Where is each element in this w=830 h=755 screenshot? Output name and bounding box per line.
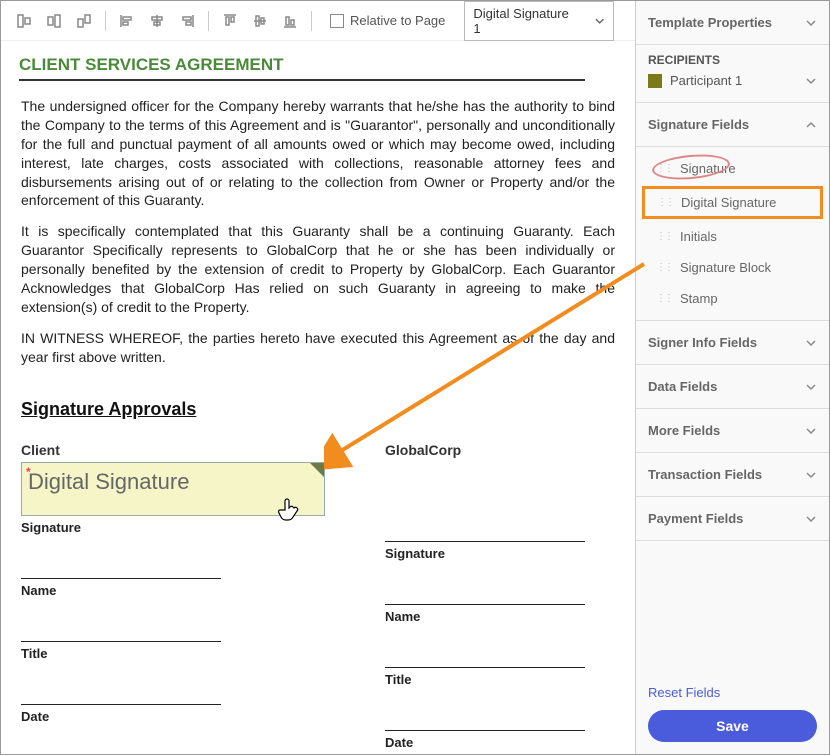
align-center-icon[interactable] xyxy=(144,8,170,34)
title-line[interactable] xyxy=(21,620,221,642)
sig-placeholder: Digital Signature xyxy=(28,469,189,494)
drag-icon: ⋮⋮ xyxy=(656,262,672,273)
relative-to-page-toggle[interactable]: Relative to Page xyxy=(330,13,445,28)
chevron-down-icon xyxy=(805,469,817,481)
template-properties-section[interactable]: Template Properties xyxy=(636,1,829,45)
divider xyxy=(105,11,106,31)
chevron-down-icon xyxy=(805,513,817,525)
chevron-down-icon xyxy=(805,337,817,349)
signature-line-2[interactable] xyxy=(385,520,585,542)
align-middle-icon[interactable] xyxy=(247,8,273,34)
data-fields-section[interactable]: Data Fields xyxy=(636,365,829,409)
chevron-down-icon xyxy=(805,425,817,437)
chevron-up-icon xyxy=(805,119,817,131)
name-line-2[interactable] xyxy=(385,583,585,605)
field-initials[interactable]: ⋮⋮ Initials xyxy=(636,221,829,252)
field-digital-signature[interactable]: ⋮⋮ Digital Signature xyxy=(642,186,823,219)
payment-fields-section[interactable]: Payment Fields xyxy=(636,497,829,541)
client-label: Client xyxy=(21,442,325,458)
name-line[interactable] xyxy=(21,557,221,579)
participant-marker xyxy=(648,74,662,88)
checkbox-icon xyxy=(330,14,344,28)
reset-fields-link[interactable]: Reset Fields xyxy=(648,685,817,700)
signature-fields-section[interactable]: Signature Fields xyxy=(636,103,829,147)
field-signature-block[interactable]: ⋮⋮ Signature Block xyxy=(636,252,829,283)
select-value: Digital Signature 1 xyxy=(473,6,574,36)
corner-icon xyxy=(310,463,324,477)
paragraph-1: The undersigned officer for the Company … xyxy=(21,97,615,210)
field-signature[interactable]: ⋮⋮ Signature xyxy=(636,153,829,184)
align-tool-2[interactable] xyxy=(41,8,67,34)
drag-icon: ⋮⋮ xyxy=(656,163,672,174)
globalcorp-label: GlobalCorp xyxy=(385,442,615,458)
relative-label: Relative to Page xyxy=(350,13,445,28)
align-bottom-icon[interactable] xyxy=(277,8,303,34)
chevron-down-icon xyxy=(805,17,817,29)
name-label: Name xyxy=(21,583,325,598)
title-label-2: Title xyxy=(385,672,615,687)
divider xyxy=(208,11,209,31)
align-right-icon[interactable] xyxy=(174,8,200,34)
align-tool-1[interactable] xyxy=(11,8,37,34)
align-left-icon[interactable] xyxy=(114,8,140,34)
recipients-section: RECIPIENTS Participant 1 xyxy=(636,45,829,103)
drag-icon: ⋮⋮ xyxy=(657,197,673,208)
chevron-down-icon xyxy=(805,381,817,393)
chevron-down-icon xyxy=(805,75,817,87)
toolbar: Relative to Page Digital Signature 1 xyxy=(1,1,635,41)
divider xyxy=(311,11,312,31)
save-button[interactable]: Save xyxy=(648,710,817,742)
more-fields-section[interactable]: More Fields xyxy=(636,409,829,453)
right-panel: Template Properties RECIPIENTS Participa… xyxy=(635,1,829,754)
drag-icon: ⋮⋮ xyxy=(656,293,672,304)
participant-row[interactable]: Participant 1 xyxy=(648,73,817,88)
recipients-heading: RECIPIENTS xyxy=(648,53,817,67)
digital-signature-field[interactable]: * Digital Signature xyxy=(21,462,325,516)
required-asterisk: * xyxy=(26,465,31,479)
signature-label-2: Signature xyxy=(385,546,615,561)
chevron-down-icon xyxy=(594,15,605,27)
signature-label: Signature xyxy=(21,520,325,535)
document-area: CLIENT SERVICES AGREEMENT The undersigne… xyxy=(1,41,635,754)
signature-approvals-heading: Signature Approvals xyxy=(21,399,615,420)
date-line-2[interactable] xyxy=(385,709,585,731)
align-tool-3[interactable] xyxy=(71,8,97,34)
title-label: Title xyxy=(21,646,325,661)
doc-title: CLIENT SERVICES AGREEMENT xyxy=(19,53,585,81)
drag-icon: ⋮⋮ xyxy=(656,231,672,242)
signer-info-section[interactable]: Signer Info Fields xyxy=(636,321,829,365)
transaction-fields-section[interactable]: Transaction Fields xyxy=(636,453,829,497)
align-top-icon[interactable] xyxy=(217,8,243,34)
date-label-2: Date xyxy=(385,735,615,750)
title-line-2[interactable] xyxy=(385,646,585,668)
date-label: Date xyxy=(21,709,325,724)
field-stamp[interactable]: ⋮⋮ Stamp xyxy=(636,283,829,314)
paragraph-2: It is specifically contemplated that thi… xyxy=(21,222,615,316)
paragraph-3: IN WITNESS WHEREOF, the parties hereto h… xyxy=(21,329,615,367)
name-label-2: Name xyxy=(385,609,615,624)
signature-select[interactable]: Digital Signature 1 xyxy=(464,1,614,41)
date-line[interactable] xyxy=(21,683,221,705)
